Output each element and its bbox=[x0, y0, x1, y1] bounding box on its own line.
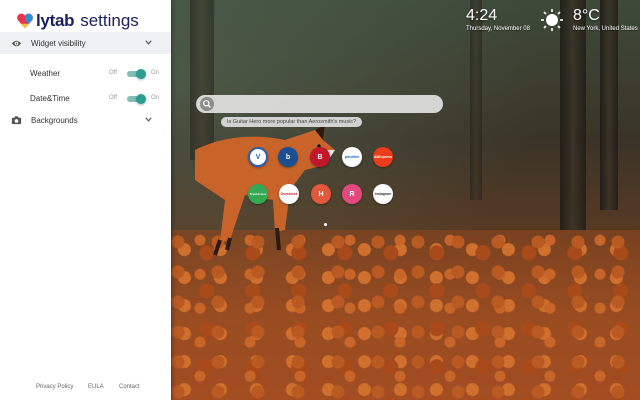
shortcut-tile[interactable]: B bbox=[307, 147, 333, 167]
switch-knob bbox=[136, 94, 146, 104]
backgrounds-header[interactable]: Backgrounds bbox=[0, 109, 171, 131]
shortcut-tile[interactable]: AliExpress bbox=[370, 147, 396, 167]
switch-knob bbox=[136, 69, 146, 79]
contact-link[interactable]: Contact bbox=[119, 384, 140, 390]
clock-time: 4:24 bbox=[466, 7, 498, 24]
tree-trunk bbox=[560, 0, 586, 230]
sidebar-footer: Privacy Policy EULA Contact bbox=[0, 384, 171, 394]
backgrounds-label: Backgrounds bbox=[31, 115, 78, 125]
search-input[interactable] bbox=[218, 97, 438, 111]
shortcut-tile[interactable]: R bbox=[339, 184, 365, 204]
tile-icon: Overstock bbox=[279, 184, 299, 204]
shortcut-tile[interactable]: H bbox=[308, 184, 334, 204]
tile-icon: Instagram bbox=[373, 184, 393, 204]
shortcut-tile[interactable]: Overstock bbox=[276, 184, 302, 204]
tile-icon-text: TripAdvisor bbox=[249, 192, 267, 196]
tile-icon-text: B bbox=[317, 153, 323, 161]
page-indicator-dot[interactable] bbox=[324, 223, 327, 226]
on-label: On bbox=[151, 70, 160, 76]
chevron-down-icon bbox=[145, 117, 152, 122]
weather-label: Weather bbox=[30, 69, 61, 78]
datetime-switch[interactable] bbox=[126, 93, 146, 104]
weather-location: New York, United States bbox=[573, 26, 638, 32]
datetime-toggle-row: Date&Time Off On bbox=[30, 92, 160, 106]
clock-date: Thursday, November 08 bbox=[466, 26, 530, 32]
chevron-down-icon bbox=[145, 40, 152, 45]
settings-sidebar: lytab settings Widget visibility Weather… bbox=[0, 0, 171, 400]
tile-icon: AliExpress bbox=[373, 147, 393, 167]
camera-icon bbox=[11, 115, 22, 124]
sun-icon bbox=[541, 9, 563, 31]
tile-icon: b bbox=[278, 147, 298, 167]
tile-icon-text: b bbox=[285, 153, 291, 161]
tile-icon-text: priceline bbox=[344, 155, 360, 159]
tile-icon-text: V bbox=[255, 153, 261, 161]
shortcut-tile[interactable]: b bbox=[275, 147, 301, 167]
shortcut-tile[interactable]: priceline bbox=[339, 147, 365, 167]
tile-icon: B bbox=[310, 147, 330, 167]
tile-icon: TripAdvisor bbox=[248, 184, 268, 204]
tile-icon-text: H bbox=[318, 190, 324, 198]
tile-icon-text: AliExpress bbox=[373, 155, 393, 159]
eula-link[interactable]: EULA bbox=[88, 384, 104, 390]
weather-switch[interactable] bbox=[126, 68, 146, 79]
tile-icon: H bbox=[311, 184, 331, 204]
tile-icon: priceline bbox=[342, 147, 362, 167]
brand-name: lytab bbox=[36, 11, 75, 30]
tile-icon: R bbox=[342, 184, 362, 204]
shortcut-tile[interactable]: TripAdvisor bbox=[245, 184, 271, 204]
tile-icon-text: R bbox=[349, 190, 355, 198]
weather-toggle-row: Weather Off On bbox=[30, 67, 160, 81]
search-suggestion[interactable]: Is Guitar Hero more popular than Aerosmi… bbox=[221, 117, 363, 127]
eye-icon bbox=[11, 40, 22, 46]
tile-icon-text: Instagram bbox=[374, 192, 392, 196]
off-label: Off bbox=[109, 95, 117, 101]
heart-logo-icon bbox=[17, 13, 33, 29]
app-logo: lytab settings bbox=[16, 10, 139, 32]
settings-title: settings bbox=[80, 11, 139, 30]
tile-icon-text: Overstock bbox=[280, 192, 298, 196]
widget-visibility-label: Widget visibility bbox=[31, 38, 86, 48]
datetime-label: Date&Time bbox=[30, 94, 70, 103]
privacy-policy-link[interactable]: Privacy Policy bbox=[36, 384, 73, 390]
search-bar[interactable] bbox=[196, 95, 443, 113]
off-label: Off bbox=[109, 70, 117, 76]
search-icon bbox=[200, 97, 214, 111]
tile-icon: V bbox=[248, 147, 268, 167]
widget-visibility-header[interactable]: Widget visibility bbox=[0, 32, 171, 54]
temperature: 8°C bbox=[573, 7, 600, 24]
on-label: On bbox=[151, 95, 160, 101]
shortcut-tile[interactable]: V bbox=[245, 147, 271, 167]
shortcut-tile[interactable]: Instagram bbox=[370, 184, 396, 204]
